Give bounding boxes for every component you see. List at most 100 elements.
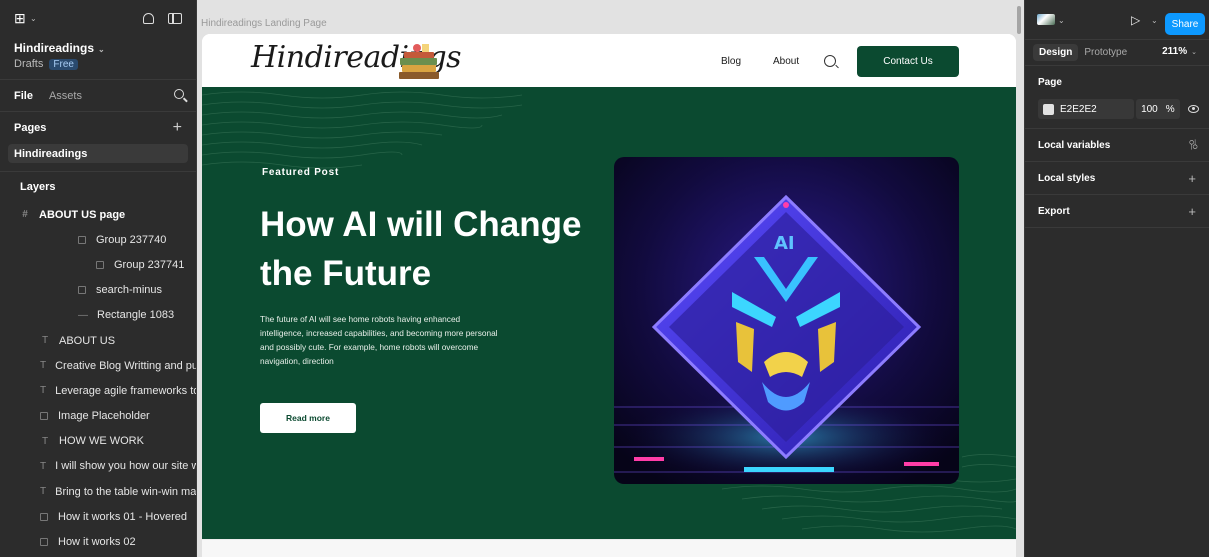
page-opacity-field[interactable]: 100 % xyxy=(1136,99,1180,119)
contact-us-button[interactable]: Contact Us xyxy=(857,46,959,77)
layer-name: Bring to the table win-win mar... xyxy=(55,485,196,498)
group-layer-icon xyxy=(96,260,104,269)
layer-name: HOW WE WORK xyxy=(59,435,144,448)
project-name-menu[interactable]: Hindireadings ⌄ xyxy=(14,41,182,55)
page-item[interactable]: Hindireadings xyxy=(8,144,188,163)
layer-name: Creative Blog Writting and pu... xyxy=(55,359,196,372)
text-layer-icon: T xyxy=(40,360,47,372)
layer-list: # ABOUT US page Group 237740 Group 237741 se… xyxy=(0,202,196,555)
search-icon[interactable] xyxy=(174,89,184,99)
layer-name: Group 237741 xyxy=(114,258,185,271)
variables-sliders-icon[interactable]: ⫯⫰ xyxy=(1189,137,1198,153)
layer-row[interactable]: Image Placeholder xyxy=(0,404,196,429)
right-tabs: Design Prototype 211% ⌄ xyxy=(1025,40,1209,66)
export-section[interactable]: Export + xyxy=(1025,195,1209,228)
canvas[interactable]: Hindireadings Landing Page Hindireadings… xyxy=(197,0,1024,557)
layer-row[interactable]: # ABOUT US page xyxy=(0,202,196,227)
file-header: ⊞ ⌄ Hindireadings ⌄ Drafts Free xyxy=(0,0,196,80)
vertical-scrollbar[interactable] xyxy=(1017,6,1021,34)
drafts-label[interactable]: Drafts xyxy=(14,58,43,70)
group-layer-icon xyxy=(78,235,86,244)
design-panel: ⌄ ▷ ⌄ Share Design Prototype 211% ⌄ Page … xyxy=(1024,0,1209,557)
layer-row[interactable]: T Bring to the table win-win mar... xyxy=(0,479,196,504)
layer-row[interactable]: T Leverage agile frameworks to ... xyxy=(0,378,196,403)
plan-badge: Free xyxy=(49,59,78,70)
opacity-unit: % xyxy=(1165,103,1175,115)
layer-row[interactable]: How it works 02 xyxy=(0,529,196,554)
text-layer-icon: T xyxy=(40,460,47,472)
layer-name: search-minus xyxy=(96,284,163,297)
tab-prototype[interactable]: Prototype xyxy=(1078,44,1133,61)
frame-label[interactable]: Hindireadings Landing Page xyxy=(201,18,327,29)
pages-heading: Pages xyxy=(14,122,47,134)
chevron-down-icon[interactable]: ⌄ xyxy=(30,14,37,23)
nav-link-about[interactable]: About xyxy=(773,56,799,67)
add-page-icon[interactable]: + xyxy=(173,119,182,137)
page-fill-field[interactable]: E2E2E2 xyxy=(1038,99,1134,119)
layer-row[interactable]: — Rectangle 1083 xyxy=(0,303,196,328)
user-avatar[interactable] xyxy=(1037,14,1055,25)
frame-layer-icon: # xyxy=(22,209,28,221)
local-variables-section[interactable]: Local variables ⫯⫰ xyxy=(1025,129,1209,162)
toggle-sidebar-icon[interactable] xyxy=(168,12,182,24)
tab-design[interactable]: Design xyxy=(1033,44,1079,61)
hero-description: The future of AI will see home robots ha… xyxy=(260,314,498,366)
left-tabs: File Assets xyxy=(0,80,196,112)
layer-row[interactable]: T I will show you how our site w... xyxy=(0,454,196,479)
layer-name: Image Placeholder xyxy=(58,410,150,423)
hero-headline: How AI will Change the Future xyxy=(260,205,582,293)
color-swatch[interactable] xyxy=(1043,103,1054,115)
page-opacity-value: 100 xyxy=(1141,103,1158,115)
hero-image-ai-text: AI xyxy=(774,233,795,254)
zoom-level: 211% xyxy=(1162,46,1188,57)
chevron-down-icon[interactable]: ⌄ xyxy=(1058,16,1065,25)
page-section: Page E2E2E2 100 % xyxy=(1025,66,1209,129)
project-location: Drafts Free xyxy=(14,58,182,70)
chevron-down-icon: ⌄ xyxy=(1191,49,1197,56)
layer-row[interactable]: T HOW WE WORK xyxy=(0,429,196,454)
group-layer-icon xyxy=(78,286,86,295)
text-layer-icon: T xyxy=(40,486,47,498)
layer-name: How it works 02 xyxy=(58,536,136,549)
chevron-down-icon[interactable]: ⌄ xyxy=(1151,16,1158,25)
page-heading: Page xyxy=(1038,76,1062,88)
read-more-button[interactable]: Read more xyxy=(260,403,356,433)
group-layer-icon xyxy=(40,538,48,547)
local-styles-section[interactable]: Local styles + xyxy=(1025,162,1209,195)
search-icon[interactable] xyxy=(824,55,836,67)
chevron-down-icon: ⌄ xyxy=(98,45,105,54)
tab-assets[interactable]: Assets xyxy=(49,90,82,102)
layer-row[interactable]: search-minus xyxy=(0,278,196,303)
tab-file[interactable]: File xyxy=(14,90,33,102)
zoom-dropdown[interactable]: 211% ⌄ xyxy=(1162,46,1197,57)
layer-row[interactable]: Group 237741 xyxy=(0,252,196,277)
page-fill-hex: E2E2E2 xyxy=(1060,103,1097,115)
notifications-bell-icon[interactable] xyxy=(143,12,154,24)
layer-row[interactable]: T Creative Blog Writting and pu... xyxy=(0,353,196,378)
next-section-preview xyxy=(202,539,1016,557)
present-play-icon[interactable]: ▷ xyxy=(1131,14,1143,26)
layer-row[interactable]: T ABOUT US xyxy=(0,328,196,353)
project-name: Hindireadings xyxy=(14,41,95,55)
layer-name: ABOUT US page xyxy=(39,208,126,221)
export-label: Export xyxy=(1038,205,1070,217)
layer-name: I will show you how our site w... xyxy=(55,460,196,473)
featured-post-label: Featured Post xyxy=(262,167,340,178)
layer-row[interactable]: How it works 01 - Hovered xyxy=(0,504,196,529)
add-style-icon[interactable]: + xyxy=(1188,171,1196,186)
layer-name: How it works 01 - Hovered xyxy=(58,510,187,523)
right-toolbar: ⌄ ▷ ⌄ Share xyxy=(1025,0,1209,40)
hero-section: Featured Post How AI will Change the Fut… xyxy=(202,87,1016,539)
add-export-icon[interactable]: + xyxy=(1188,204,1196,219)
layer-row[interactable]: Group 237740 xyxy=(0,227,196,252)
nav-link-blog[interactable]: Blog xyxy=(721,56,741,67)
pages-section: Pages + Hindireadings xyxy=(0,112,196,172)
layer-name: Leverage agile frameworks to ... xyxy=(55,384,196,397)
group-layer-icon xyxy=(40,412,48,421)
landing-page-frame[interactable]: Hindireadings Blog About Contact Us Feat… xyxy=(202,34,1016,557)
text-layer-icon: T xyxy=(41,435,49,447)
books-logo-icon xyxy=(399,44,439,79)
layer-name: Rectangle 1083 xyxy=(97,309,175,322)
share-button[interactable]: Share xyxy=(1165,13,1205,35)
visibility-eye-icon[interactable] xyxy=(1187,105,1199,113)
